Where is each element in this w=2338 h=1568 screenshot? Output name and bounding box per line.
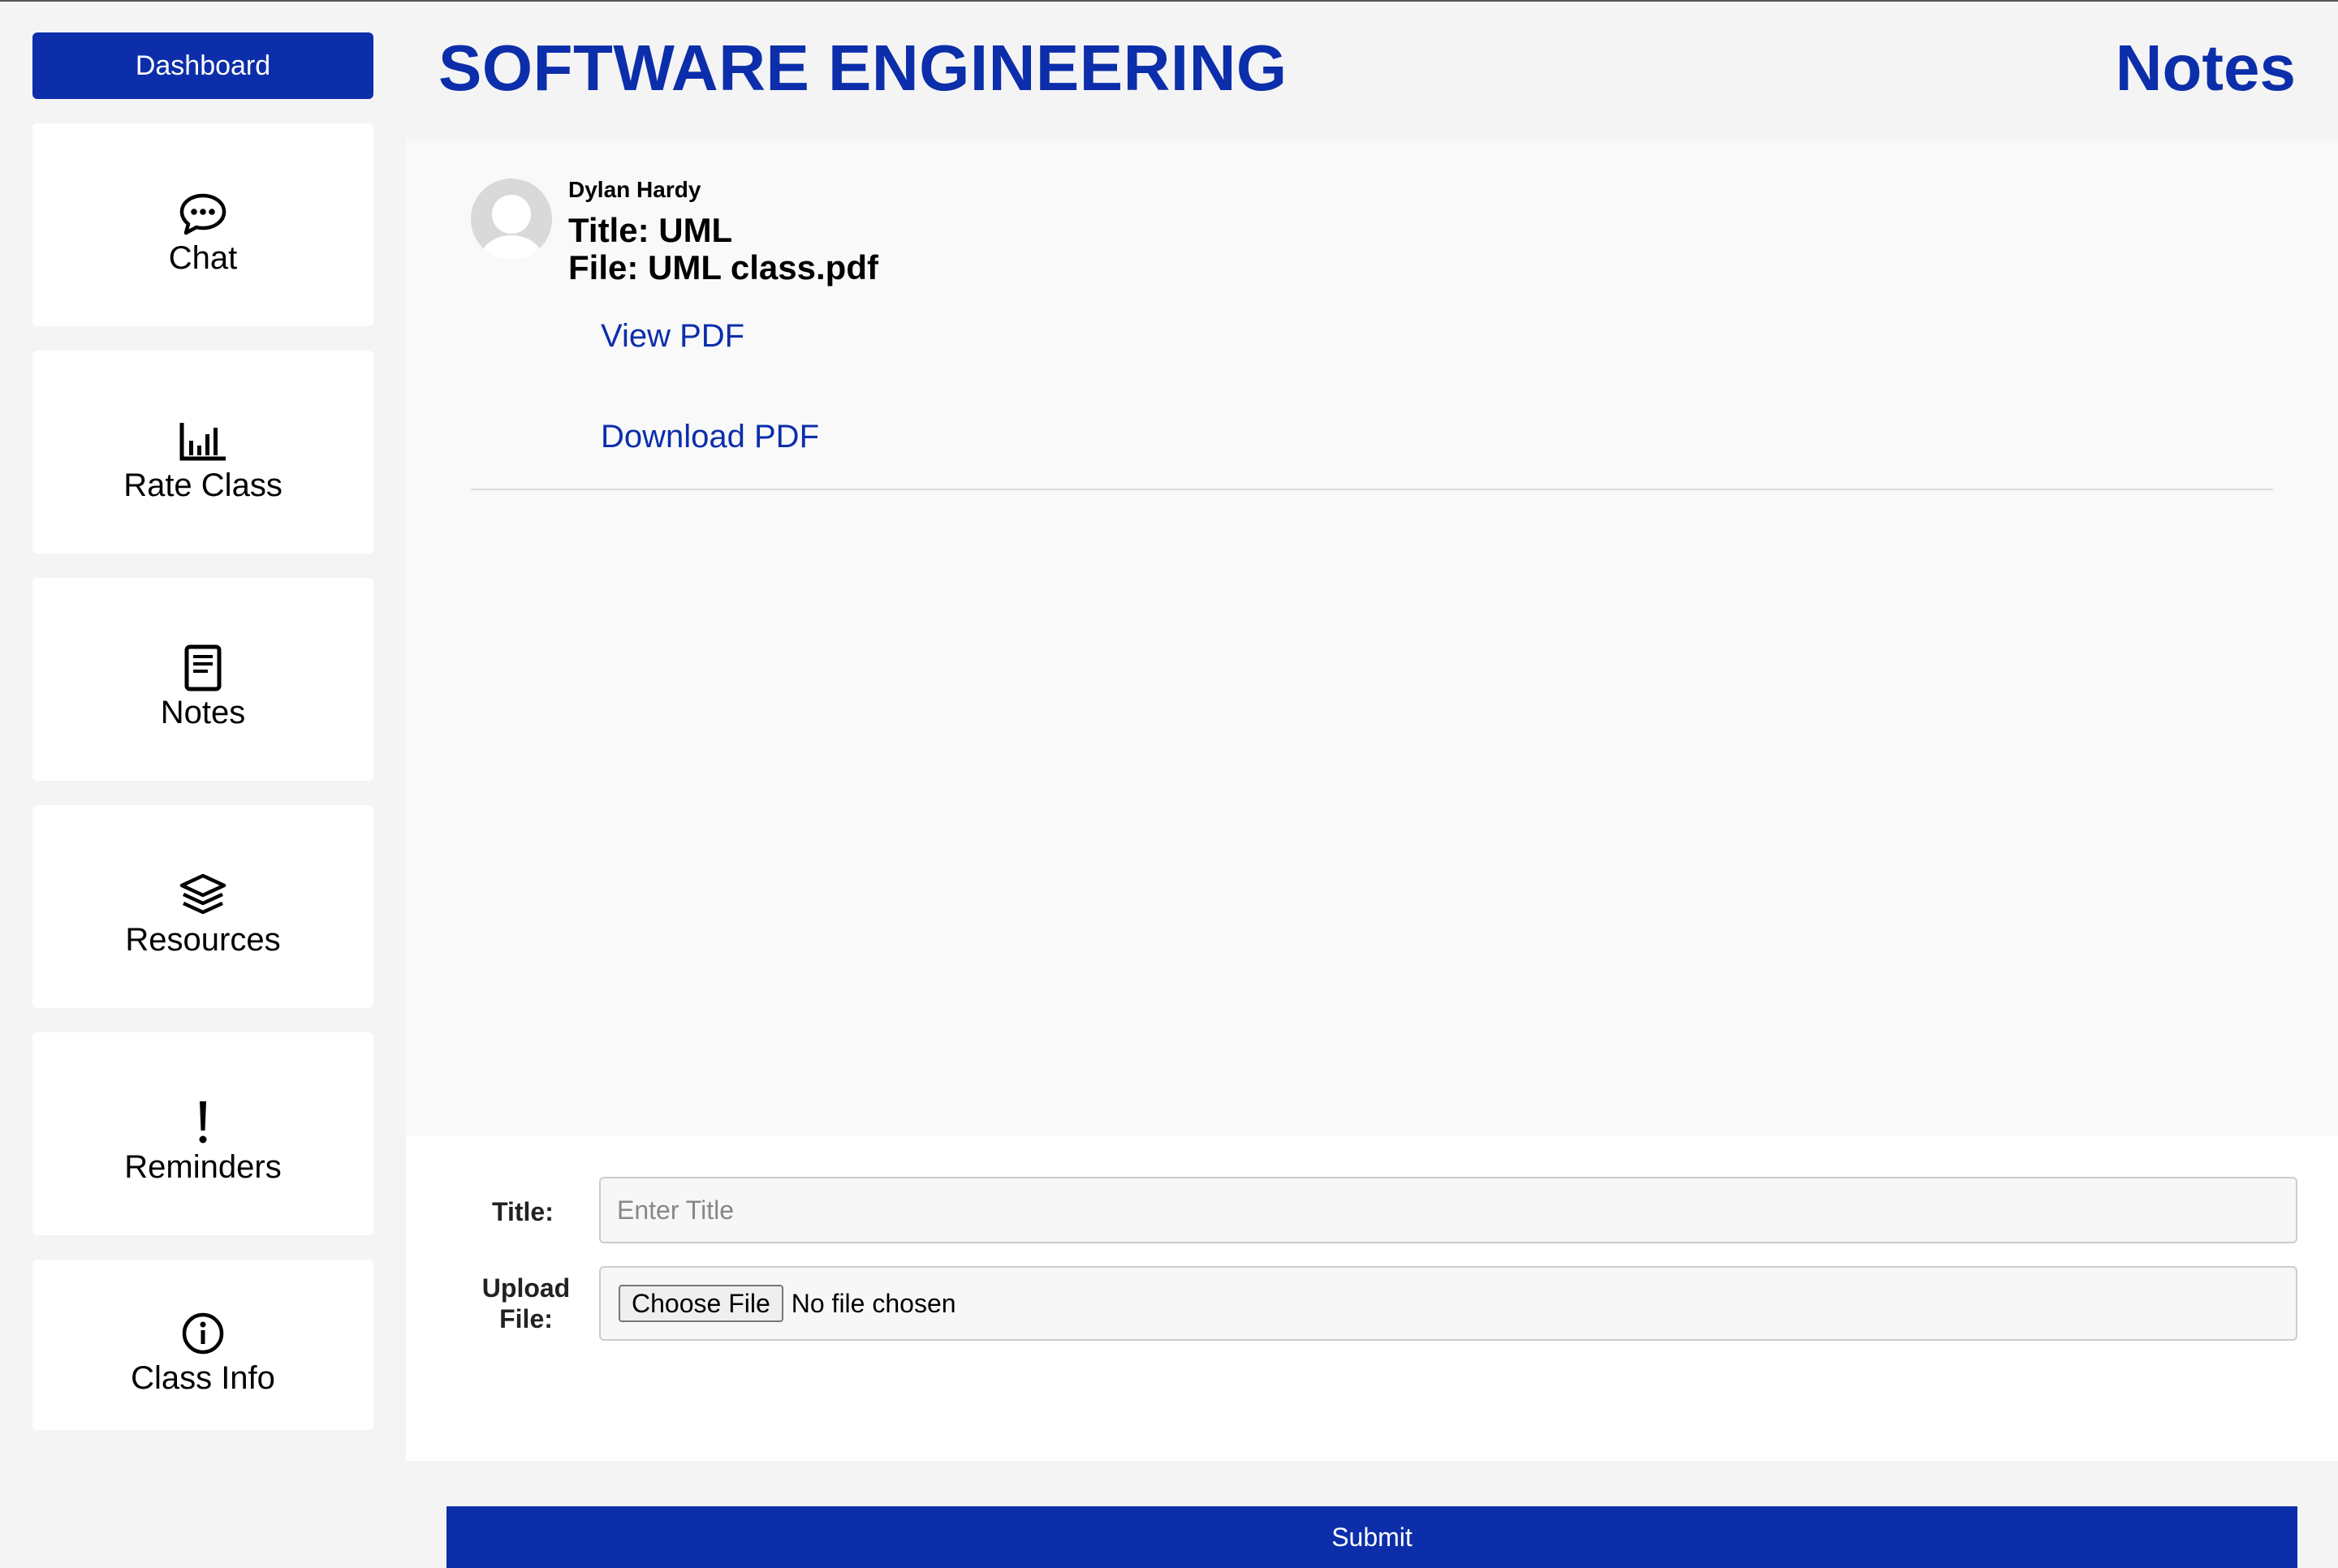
upload-label-line1: Upload xyxy=(481,1273,571,1303)
notes-list: Dylan Hardy Title: UML File: UML class.p… xyxy=(406,140,2338,1136)
course-title: SOFTWARE ENGINEERING xyxy=(438,32,1288,104)
sidebar-item-label: Class Info xyxy=(131,1360,275,1396)
file-status-text: No file chosen xyxy=(791,1288,956,1318)
chat-bubble-icon xyxy=(177,189,229,238)
dashboard-button[interactable]: Dashboard xyxy=(32,32,373,99)
sidebar-item-chat[interactable]: Chat xyxy=(32,123,373,326)
note-divider xyxy=(471,489,2273,490)
sidebar-item-resources[interactable]: Resources xyxy=(32,805,373,1008)
bar-chart-icon xyxy=(177,416,229,465)
sidebar-item-rate-class[interactable]: Rate Class xyxy=(32,351,373,554)
avatar xyxy=(471,179,552,260)
note-title: Title: UML xyxy=(568,211,733,249)
info-icon xyxy=(177,1309,229,1358)
sidebar-item-notes[interactable]: Notes xyxy=(32,578,373,781)
choose-file-button[interactable]: Choose File xyxy=(619,1285,783,1322)
upload-file-label: Upload File: xyxy=(477,1273,575,1334)
sidebar-item-label: Rate Class xyxy=(123,467,283,503)
sidebar-item-label: Reminders xyxy=(124,1149,282,1185)
title-label: Title: xyxy=(492,1197,554,1226)
page-title: Notes xyxy=(2115,32,2296,104)
notebook-icon xyxy=(177,644,229,692)
sidebar-item-label: Chat xyxy=(168,240,238,276)
title-input[interactable] xyxy=(599,1177,2297,1243)
sidebar-item-label: Notes xyxy=(160,695,246,730)
main-panel: Dylan Hardy Title: UML File: UML class.p… xyxy=(406,140,2338,1568)
layers-icon xyxy=(177,871,229,920)
sidebar-item-class-info[interactable]: Class Info xyxy=(32,1260,373,1430)
upload-form: Title: Upload File: Choose File No file … xyxy=(406,1136,2338,1568)
note-author: Dylan Hardy xyxy=(568,177,701,202)
exclamation-icon xyxy=(177,1098,229,1147)
submit-button[interactable]: Submit xyxy=(446,1506,2297,1568)
sidebar-item-reminders[interactable]: Reminders xyxy=(32,1032,373,1235)
note-file: File: UML class.pdf xyxy=(568,248,878,286)
view-pdf-link[interactable]: View PDF xyxy=(601,318,744,355)
file-upload-field: Choose File No file chosen xyxy=(599,1266,2297,1341)
download-pdf-link[interactable]: Download PDF xyxy=(601,419,819,455)
upload-label-line2: File: xyxy=(499,1304,553,1333)
top-border-line xyxy=(0,0,2338,2)
sidebar-item-label: Resources xyxy=(125,922,281,958)
